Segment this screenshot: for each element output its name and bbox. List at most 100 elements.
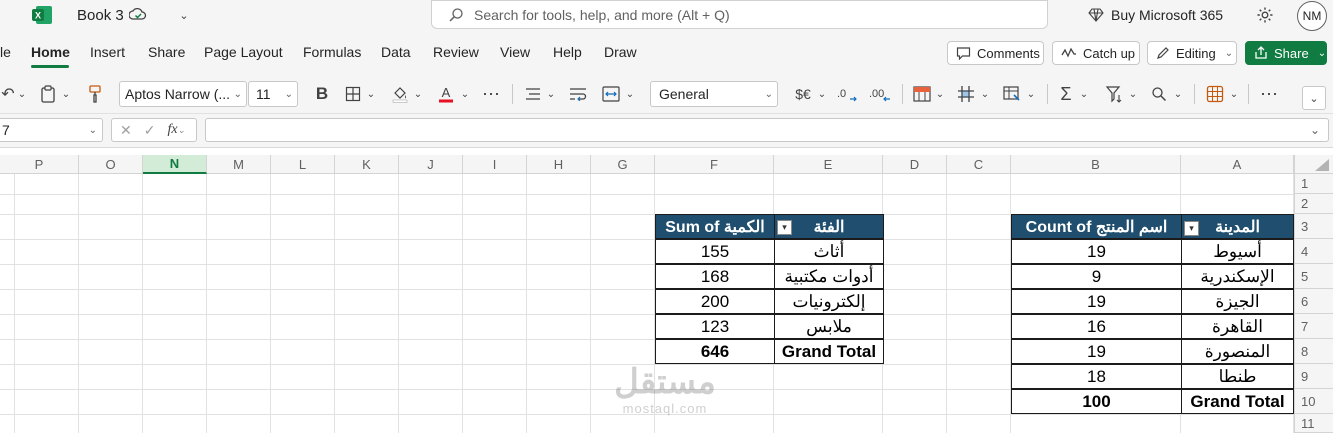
currency-format-button[interactable]: $€ <box>792 82 814 106</box>
pivot-city-label-cell[interactable]: القاهرة <box>1181 314 1294 339</box>
pivot-city-value-cell[interactable]: 19 <box>1011 289 1182 314</box>
column-header-c[interactable]: C <box>947 155 1011 174</box>
tab-share[interactable]: Share <box>148 44 185 60</box>
pivot-city-total-label[interactable]: Grand Total <box>1181 389 1294 414</box>
autosum-icon[interactable]: Σ <box>1056 82 1076 106</box>
format-painter-icon[interactable] <box>86 82 104 106</box>
column-header-k[interactable]: K <box>335 155 399 174</box>
tab-formulas[interactable]: Formulas <box>303 44 361 60</box>
select-all-corner[interactable] <box>1294 155 1333 174</box>
add-ins-icon[interactable] <box>1204 82 1226 106</box>
column-header-a[interactable]: A <box>1181 155 1294 174</box>
borders-chevron-icon[interactable]: ⌄ <box>365 82 377 106</box>
cell-styles-icon[interactable] <box>1001 82 1023 106</box>
undo-chevron-icon[interactable]: ⌄ <box>16 82 28 106</box>
tab-view[interactable]: View <box>500 44 530 60</box>
pivot-city-label-cell[interactable]: طنطا <box>1181 364 1294 389</box>
merge-chevron-icon[interactable]: ⌄ <box>624 82 636 106</box>
font-color-chevron-icon[interactable]: ⌄ <box>459 82 471 106</box>
pivot-category-total-value[interactable]: 646 <box>655 339 775 364</box>
tab-home[interactable]: Home <box>31 44 70 60</box>
catch-up-button[interactable]: Catch up <box>1052 41 1140 65</box>
column-header-h[interactable]: H <box>527 155 591 174</box>
column-header-d[interactable]: D <box>883 155 947 174</box>
tab-data[interactable]: Data <box>381 44 411 60</box>
pivot-city-label-cell[interactable]: أسيوط <box>1181 239 1294 264</box>
tab-page-layout[interactable]: Page Layout <box>204 44 283 60</box>
column-header-j[interactable]: J <box>399 155 463 174</box>
spreadsheet-grid[interactable]: P O N M L K J I H G F E D C B A 1 2 3 4 … <box>0 155 1333 433</box>
conditional-format-chevron-icon[interactable]: ⌄ <box>934 82 946 106</box>
increase-decimal-icon[interactable]: .00 <box>868 82 894 106</box>
row-header-6[interactable]: 6 <box>1294 289 1333 314</box>
tab-file[interactable]: le <box>0 44 11 60</box>
pivot-category-value-cell[interactable]: 168 <box>655 264 775 289</box>
document-title[interactable]: Book 3 <box>77 7 124 24</box>
share-button[interactable]: Share ⌄ <box>1245 41 1327 65</box>
pivot-category-total-label[interactable]: Grand Total <box>774 339 884 364</box>
column-header-n[interactable]: N <box>143 155 207 174</box>
pivot-category-label-cell[interactable]: ملابس <box>774 314 884 339</box>
column-header-l[interactable]: L <box>271 155 335 174</box>
row-header-10[interactable]: 10 <box>1294 389 1333 414</box>
find-chevron-icon[interactable]: ⌄ <box>1172 82 1184 106</box>
sort-filter-chevron-icon[interactable]: ⌄ <box>1127 82 1139 106</box>
row-header-7[interactable]: 7 <box>1294 314 1333 339</box>
more-options-icon[interactable]: ⋯ <box>1257 82 1281 106</box>
currency-chevron-icon[interactable]: ⌄ <box>816 82 828 106</box>
autosum-chevron-icon[interactable]: ⌄ <box>1078 82 1090 106</box>
font-size-dropdown[interactable]: 11 ⌄ <box>248 81 298 107</box>
pivot-category-label-cell[interactable]: أدوات مكتبية <box>774 264 884 289</box>
pivot-city-label-cell[interactable]: الجيزة <box>1181 289 1294 314</box>
collapse-ribbon-chevron-icon[interactable]: ⌄ <box>1302 86 1326 110</box>
row-header-5[interactable]: 5 <box>1294 264 1333 289</box>
undo-icon[interactable]: ↶ <box>0 82 16 106</box>
pivot-category-value-cell[interactable]: 155 <box>655 239 775 264</box>
pivot-city-value-cell[interactable]: 19 <box>1011 339 1182 364</box>
row-header-3[interactable]: 3 <box>1294 214 1333 239</box>
pivot-category-value-cell[interactable]: 200 <box>655 289 775 314</box>
row-header-11[interactable]: 11 <box>1294 414 1333 433</box>
bold-button[interactable]: B <box>312 82 332 106</box>
paste-chevron-icon[interactable]: ⌄ <box>60 82 72 106</box>
buy-microsoft-365-button[interactable]: Buy Microsoft 365 <box>1088 5 1223 25</box>
wrap-text-icon[interactable] <box>567 82 589 106</box>
sort-filter-icon[interactable] <box>1103 82 1125 106</box>
column-header-i[interactable]: I <box>463 155 527 174</box>
pivot-city-value-cell[interactable]: 18 <box>1011 364 1182 389</box>
row-header-4[interactable]: 4 <box>1294 239 1333 264</box>
add-ins-chevron-icon[interactable]: ⌄ <box>1228 82 1240 106</box>
pivot-category-label-cell[interactable]: إلكترونيات <box>774 289 884 314</box>
saved-status-icon[interactable] <box>128 5 148 25</box>
number-format-dropdown[interactable]: General ⌄ <box>650 81 778 107</box>
find-search-icon[interactable] <box>1149 82 1169 106</box>
row-header-2[interactable]: 2 <box>1294 194 1333 214</box>
column-header-g[interactable]: G <box>591 155 655 174</box>
pivot-category-value-header[interactable]: Sum of الكمية <box>655 214 775 239</box>
tab-draw[interactable]: Draw <box>604 44 637 60</box>
pivot-city-value-cell[interactable]: 9 <box>1011 264 1182 289</box>
format-as-table-icon[interactable] <box>955 82 977 106</box>
fill-color-icon[interactable] <box>389 82 411 106</box>
pivot-category-label-cell[interactable]: أثاث <box>774 239 884 264</box>
row-header-9[interactable]: 9 <box>1294 364 1333 389</box>
pivot-city-value-header[interactable]: Count of اسم المنتج <box>1011 214 1182 239</box>
tab-insert[interactable]: Insert <box>90 44 125 60</box>
paste-clipboard-icon[interactable] <box>38 82 58 106</box>
formula-input[interactable]: ⌄ <box>205 118 1329 142</box>
merge-cells-icon[interactable] <box>600 82 622 106</box>
column-header-f[interactable]: F <box>655 155 774 174</box>
editing-mode-button[interactable]: Editing ⌄ <box>1147 41 1237 65</box>
filter-dropdown-icon[interactable]: ▾ <box>777 220 792 235</box>
column-header-o[interactable]: O <box>79 155 143 174</box>
search-box[interactable]: Search for tools, help, and more (Alt + … <box>431 0 1048 29</box>
tab-review[interactable]: Review <box>433 44 479 60</box>
filter-dropdown-icon[interactable]: ▾ <box>1184 221 1199 236</box>
row-header-8[interactable]: 8 <box>1294 339 1333 364</box>
column-header-p[interactable]: P <box>0 155 79 174</box>
pivot-city-total-value[interactable]: 100 <box>1011 389 1182 414</box>
borders-icon[interactable] <box>343 82 363 106</box>
insert-function-button[interactable]: fx⌄ <box>167 122 185 138</box>
excel-logo-icon[interactable]: X <box>31 4 53 26</box>
more-font-options-icon[interactable]: ⋯ <box>480 82 502 106</box>
